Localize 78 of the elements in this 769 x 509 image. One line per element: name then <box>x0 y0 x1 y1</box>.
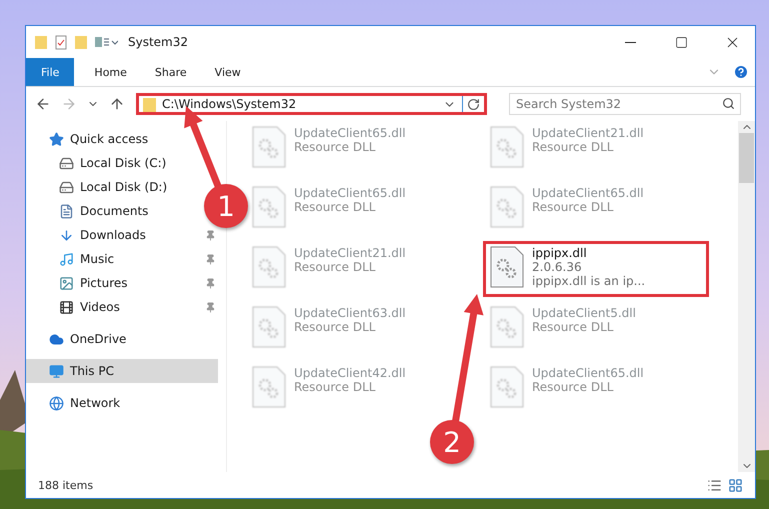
sidebar-item[interactable]: This PC <box>26 359 218 383</box>
window-title: System32 <box>128 35 190 49</box>
folder-icon <box>143 96 156 112</box>
dll-file-icon <box>252 366 286 408</box>
file-detail: Resource DLL <box>532 200 614 214</box>
sidebar-item[interactable]: Local Disk (D:) <box>26 175 172 199</box>
sidebar-item[interactable]: Local Disk (C:) <box>26 151 170 175</box>
ribbon-tab[interactable]: View <box>200 58 255 86</box>
file-detail: Resource DLL <box>532 320 614 334</box>
file-detail: Resource DLL <box>532 380 614 394</box>
documents-icon <box>59 204 74 218</box>
file-name: ippipx.dll <box>532 246 588 260</box>
dll-file-icon <box>490 246 524 288</box>
file-detail: Resource DLL <box>294 380 376 394</box>
tiles-view-icon[interactable] <box>728 478 743 492</box>
file-detail: Resource DLL <box>294 200 376 214</box>
properties-icon[interactable] <box>54 34 68 50</box>
star-icon <box>49 132 64 146</box>
details-view-icon[interactable] <box>707 478 722 492</box>
item-count: 188 items <box>38 478 94 492</box>
file-name: UpdateClient42.dll <box>294 366 406 380</box>
ribbon-tab[interactable]: Share <box>140 58 201 86</box>
file-name: UpdateClient63.dll <box>294 306 406 320</box>
downloads-icon <box>59 228 74 242</box>
sidebar-item[interactable]: Network <box>26 391 124 415</box>
dll-file-icon <box>490 186 524 228</box>
sidebar-item[interactable]: Documents <box>26 199 152 223</box>
pin-icon <box>205 278 216 288</box>
file-detail: Resource DLL <box>532 140 614 154</box>
pin-icon <box>205 254 216 264</box>
scroll-thumb[interactable] <box>739 133 754 183</box>
sidebar-item[interactable]: Pictures <box>26 271 226 295</box>
dll-file-icon <box>490 126 524 168</box>
search-field[interactable]: Search System32 <box>509 93 741 115</box>
file-detail: ippipx.dll is an ip... <box>532 274 646 288</box>
file-name: UpdateClient5.dll <box>532 306 636 320</box>
file-name: UpdateClient21.dll <box>532 126 644 140</box>
music-icon <box>59 252 74 266</box>
folder-icon <box>34 34 48 50</box>
ribbon-tab[interactable]: Home <box>80 58 141 86</box>
dll-file-icon <box>490 306 524 348</box>
file-name: UpdateClient65.dll <box>532 186 644 200</box>
address-bar[interactable]: C:\Windows\System32 <box>136 93 487 115</box>
pin-icon <box>205 230 216 240</box>
dll-file-icon <box>252 126 286 168</box>
search-icon <box>722 97 735 110</box>
help-icon[interactable] <box>733 64 749 80</box>
dll-file-icon <box>490 366 524 408</box>
file-detail: 2.0.6.36 <box>532 260 583 274</box>
dll-file-icon <box>252 306 286 348</box>
pin-icon <box>205 302 216 312</box>
dll-file-icon <box>252 186 286 228</box>
sidebar-item[interactable]: OneDrive <box>26 327 130 351</box>
customize-toolbar-icon[interactable] <box>94 34 118 50</box>
videos-icon <box>59 300 74 314</box>
cloud-icon <box>49 332 64 346</box>
pc-icon <box>49 364 64 378</box>
file-name: UpdateClient21.dll <box>294 246 406 260</box>
file-name: UpdateClient65.dll <box>532 366 644 380</box>
file-detail: Resource DLL <box>294 320 376 334</box>
sidebar-item[interactable]: Quick access <box>26 127 152 151</box>
pictures-icon <box>59 276 74 290</box>
network-icon <box>49 396 64 410</box>
file-item[interactable]: ippipx.dll 2.0.6.36 ippipx.dll is an ip... <box>483 241 709 297</box>
file-name: UpdateClient65.dll <box>294 126 406 140</box>
address-path: C:\Windows\System32 <box>162 97 298 111</box>
forward-arrow-icon <box>61 96 77 112</box>
refresh-icon <box>467 98 480 110</box>
maximize-icon <box>675 36 688 48</box>
dll-file-icon <box>252 246 286 288</box>
file-detail: Resource DLL <box>294 260 376 274</box>
sidebar-item[interactable]: Music <box>26 247 226 271</box>
sidebar-item[interactable]: Videos <box>26 295 226 319</box>
file-detail: Resource DLL <box>294 140 376 154</box>
ribbon-tab[interactable]: File <box>26 58 74 86</box>
file-name: UpdateClient65.dll <box>294 186 406 200</box>
disk-c-icon <box>59 156 74 170</box>
scrollbar[interactable] <box>738 121 755 472</box>
